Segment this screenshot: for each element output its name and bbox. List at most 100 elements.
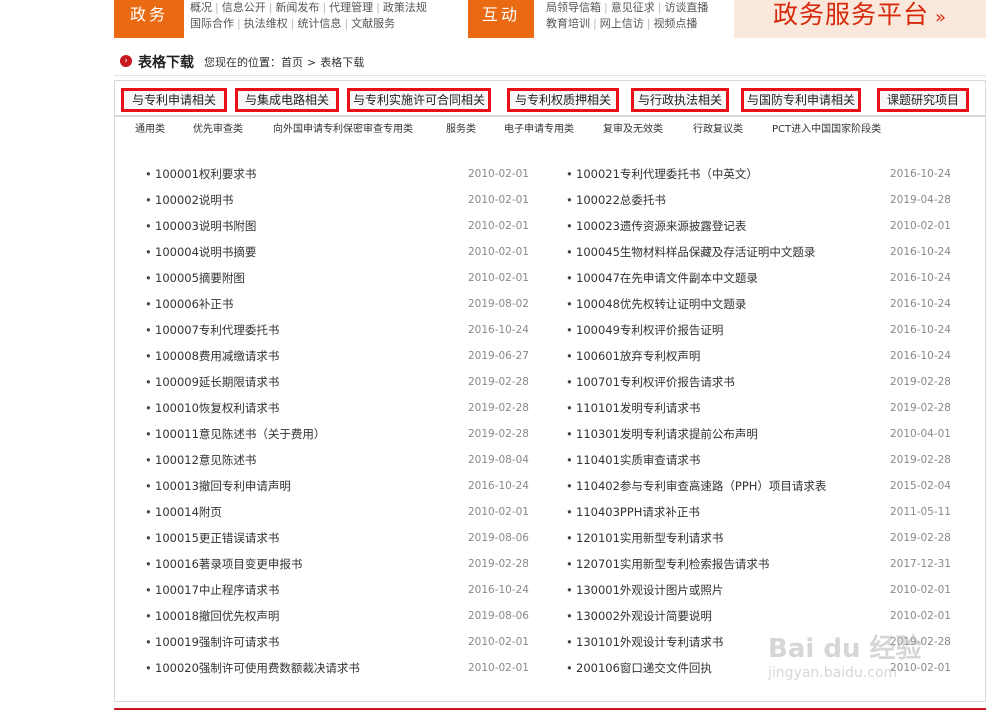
interact-nav-link[interactable]: 访谈直播 (664, 1, 708, 14)
form-download-link[interactable]: 100049专利权评价报告证明 (576, 321, 723, 339)
interact-nav-link[interactable]: 意见征求 (611, 1, 655, 14)
form-download-link[interactable]: 100023遗传资源来源披露登记表 (576, 217, 746, 235)
form-download-link[interactable]: 120101实用新型专利请求书 (576, 529, 723, 547)
tab-research-project[interactable]: 课题研究项目 (877, 88, 969, 112)
interact-nav-link[interactable]: 网上信访 (600, 17, 644, 30)
gov-nav-link[interactable]: 执法维权 (244, 17, 288, 30)
form-download-link[interactable]: 100045生物材料样品保藏及存活证明中文题录 (576, 243, 815, 261)
form-download-link[interactable]: 130101外观设计专利请求书 (576, 633, 723, 651)
form-download-link[interactable]: 100004说明书摘要 (155, 243, 256, 261)
bullet-icon: • (566, 427, 573, 441)
list-item: • 100019强制许可请求书 2010-02-01 (145, 633, 545, 659)
form-date: 2016-10-24 (889, 298, 951, 310)
interact-nav-link[interactable]: 局领导信箱 (546, 1, 601, 14)
form-download-link[interactable]: 100006补正书 (155, 295, 233, 313)
list-item: • 100005摘要附图 2010-02-01 (145, 269, 545, 295)
subcat-general[interactable]: 通用类 (135, 120, 165, 135)
form-download-link[interactable]: 100013撤回专利申请声明 (155, 477, 291, 495)
form-download-link[interactable]: 100010恢复权利请求书 (155, 399, 279, 417)
gov-section-badge[interactable]: 政务 (114, 0, 184, 38)
subcat-reexamination-invalidation[interactable]: 复审及无效类 (603, 120, 663, 135)
gov-nav-link[interactable]: 概况 (190, 1, 212, 14)
subcat-foreign-secrecy[interactable]: 向外国申请专利保密审查专用类 (273, 120, 413, 135)
form-download-link[interactable]: 110101发明专利请求书 (576, 399, 700, 417)
form-date: 2016-10-24 (467, 480, 529, 492)
interact-nav-link[interactable]: 视频点播 (653, 17, 697, 30)
double-chevron-right-icon: » (935, 7, 948, 28)
form-download-link[interactable]: 100016著录项目变更申报书 (155, 555, 302, 573)
nav-separator: | (268, 1, 273, 14)
form-download-link[interactable]: 100047在先申请文件副本中文题录 (576, 269, 758, 287)
gov-nav-link[interactable]: 统计信息 (297, 17, 341, 30)
list-item: • 110403PPH请求补正书 2011-05-11 (566, 503, 966, 529)
form-date: 2016-10-24 (889, 350, 951, 362)
form-download-link[interactable]: 100002说明书 (155, 191, 233, 209)
bullet-icon: • (145, 427, 152, 441)
bullet-icon: • (145, 453, 152, 467)
form-date: 2010-02-01 (467, 662, 529, 674)
form-download-link[interactable]: 110402参与专利审查高速路（PPH）项目请求表 (576, 477, 826, 495)
form-download-link[interactable]: 100022总委托书 (576, 191, 666, 209)
interact-section-badge[interactable]: 互动 (468, 0, 534, 38)
form-date: 2010-02-01 (889, 584, 951, 596)
form-download-link[interactable]: 100020强制许可使用费数额裁决请求书 (155, 659, 360, 677)
form-download-link[interactable]: 100021专利代理委托书（中英文） (576, 165, 758, 183)
form-download-link[interactable]: 100015更正错误请求书 (155, 529, 279, 547)
list-item: • 100010恢复权利请求书 2019-02-28 (145, 399, 545, 425)
form-download-link[interactable]: 100005摘要附图 (155, 269, 245, 287)
form-download-link[interactable]: 100012意见陈述书 (155, 451, 256, 469)
tab-administrative-enforcement[interactable]: 与行政执法相关 (631, 88, 729, 112)
bullet-icon: • (566, 505, 573, 519)
gov-nav-link[interactable]: 新闻发布 (275, 1, 319, 14)
tab-patent-pledge[interactable]: 与专利权质押相关 (507, 88, 619, 112)
gov-nav-link[interactable]: 文献服务 (351, 17, 395, 30)
list-item: • 100011意见陈述书（关于费用） 2019-02-28 (145, 425, 545, 451)
form-download-link[interactable]: 100003说明书附图 (155, 217, 256, 235)
form-download-link[interactable]: 100048优先权转让证明中文题录 (576, 295, 746, 313)
subcat-administrative-review[interactable]: 行政复议类 (693, 120, 743, 135)
bullet-icon: • (566, 375, 573, 389)
form-download-link[interactable]: 110403PPH请求补正书 (576, 503, 700, 521)
tab-integrated-circuit[interactable]: 与集成电路相关 (235, 88, 339, 112)
breadcrumb-home-link[interactable]: 首页 (281, 56, 303, 69)
form-download-link[interactable]: 100011意见陈述书（关于费用） (155, 425, 325, 443)
tab-patent-application[interactable]: 与专利申请相关 (121, 88, 227, 112)
form-download-link[interactable]: 130002外观设计简要说明 (576, 607, 712, 625)
form-date: 2016-10-24 (889, 324, 951, 336)
form-download-link[interactable]: 100008费用减缴请求书 (155, 347, 279, 365)
gov-nav-link[interactable]: 政策法规 (383, 1, 427, 14)
form-date: 2019-02-28 (889, 376, 951, 388)
form-download-link[interactable]: 100009延长期限请求书 (155, 373, 279, 391)
gov-nav-link[interactable]: 代理管理 (329, 1, 373, 14)
nav-separator: | (322, 1, 327, 14)
form-download-link[interactable]: 130001外观设计图片或照片 (576, 581, 723, 599)
gov-nav-link[interactable]: 信息公开 (222, 1, 266, 14)
form-download-link[interactable]: 100601放弃专利权声明 (576, 347, 700, 365)
bullet-icon: • (566, 401, 573, 415)
interact-nav-link[interactable]: 教育培训 (546, 17, 590, 30)
form-download-link[interactable]: 100019强制许可请求书 (155, 633, 279, 651)
form-download-link[interactable]: 100007专利代理委托书 (155, 321, 279, 339)
form-download-link[interactable]: 100017中止程序请求书 (155, 581, 279, 599)
form-download-link[interactable]: 100014附页 (155, 503, 222, 521)
service-platform-banner[interactable]: 政务服务平台 » (734, 0, 986, 38)
form-download-link[interactable]: 100701专利权评价报告请求书 (576, 373, 735, 391)
tab-license-contract[interactable]: 与专利实施许可合同相关 (347, 88, 491, 112)
subcat-pct-national-phase[interactable]: PCT进入中国国家阶段类 (772, 120, 881, 135)
form-download-link[interactable]: 110401实质审查请求书 (576, 451, 700, 469)
breadcrumb: 您现在的位置：首页 > 表格下载 (204, 54, 364, 70)
bullet-icon: • (145, 557, 152, 571)
form-download-link[interactable]: 100018撤回优先权声明 (155, 607, 279, 625)
form-download-link[interactable]: 100001权利要求书 (155, 165, 256, 183)
gov-nav-link[interactable]: 国际合作 (190, 17, 234, 30)
bullet-icon: • (145, 245, 152, 259)
form-download-link[interactable]: 200106窗口递交文件回执 (576, 659, 712, 677)
tab-defense-patent[interactable]: 与国防专利申请相关 (741, 88, 861, 112)
subcat-service[interactable]: 服务类 (446, 120, 476, 135)
form-download-link[interactable]: 120701实用新型专利检索报告请求书 (576, 555, 769, 573)
subcat-priority-review[interactable]: 优先审查类 (193, 120, 243, 135)
form-download-link[interactable]: 110301发明专利请求提前公布声明 (576, 425, 758, 443)
bullet-icon: • (566, 323, 573, 337)
subcat-e-filing[interactable]: 电子申请专用类 (504, 120, 574, 135)
form-date: 2017-12-31 (889, 558, 951, 570)
